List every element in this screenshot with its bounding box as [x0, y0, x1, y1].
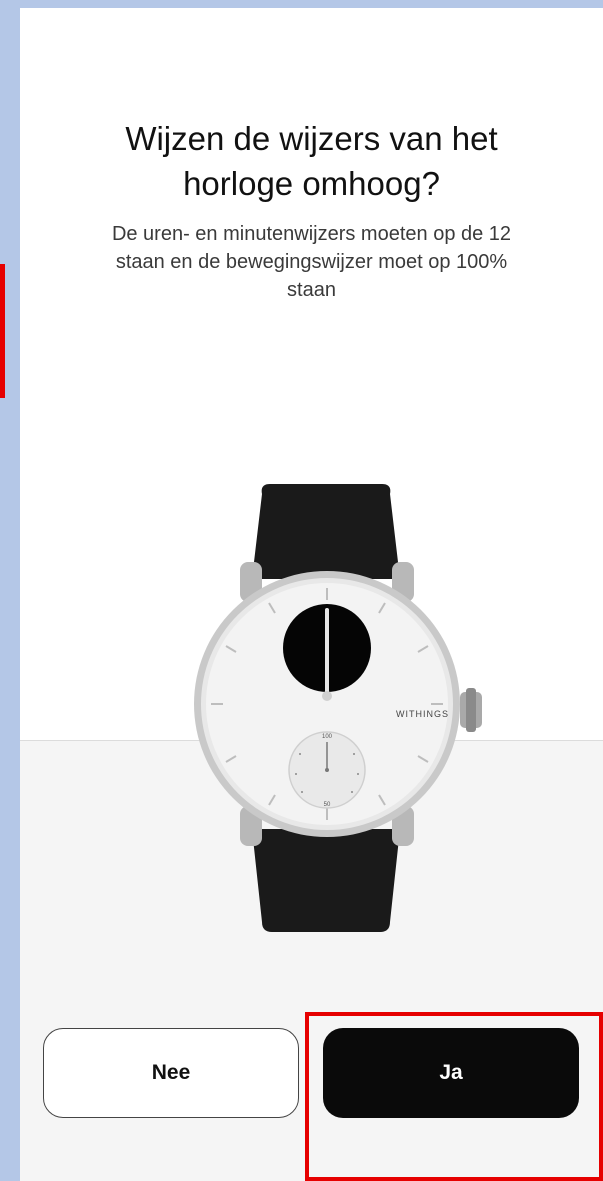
watch-strap-bottom — [252, 829, 400, 932]
subtitle-line-1: De uren- en minutenwijzers moeten op de … — [111, 223, 512, 245]
title-line-1: Wijzen de wijzers van het — [125, 120, 498, 157]
watch-illustration: WITHINGS 100 50 — [194, 484, 482, 932]
page-subtitle: De uren- en minutenwijzers moeten op de … — [50, 220, 573, 304]
watch-brand: WITHINGS — [396, 709, 449, 719]
page-title: Wijzen de wijzers van het horloge omhoog… — [20, 116, 603, 206]
subtitle-line-2: staan en de bewegingswijzer moet op 100% — [115, 251, 508, 273]
subdial-label-100: 100 — [322, 734, 333, 740]
no-button-label: Nee — [151, 1061, 191, 1084]
yes-button[interactable]: Ja — [323, 1028, 579, 1118]
highlight-marker-left — [0, 264, 5, 398]
subtitle-line-3: staan — [287, 279, 336, 301]
watch-strap-top — [252, 484, 400, 579]
no-button[interactable]: Nee — [43, 1028, 299, 1118]
yes-button-label: Ja — [439, 1061, 463, 1084]
title-line-2: horloge omhoog? — [183, 165, 440, 202]
subdial-label-50: 50 — [324, 802, 331, 808]
app-screen: Wijzen de wijzers van het horloge omhoog… — [20, 8, 603, 1181]
